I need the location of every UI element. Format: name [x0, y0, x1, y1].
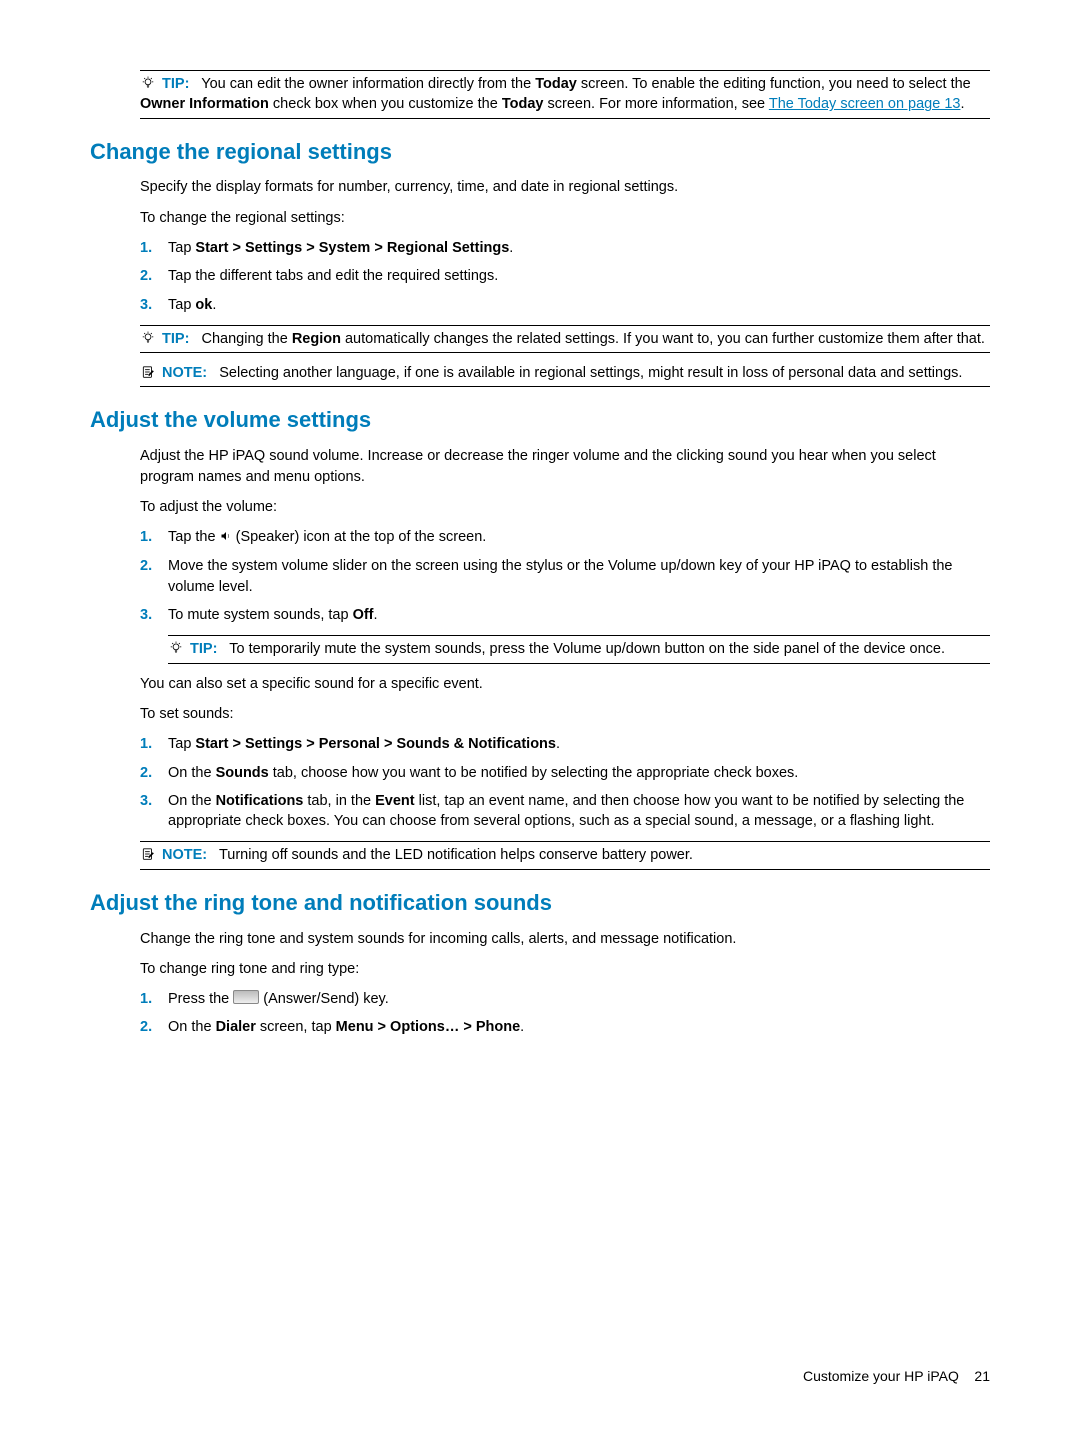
- list-item: 2. Move the system volume slider on the …: [140, 556, 990, 597]
- step-number: 2.: [140, 556, 168, 597]
- step-number: 2.: [140, 1017, 168, 1037]
- note-text: Turning off sounds and the LED notificat…: [219, 847, 693, 863]
- tip-text: To temporarily mute the system sounds, p…: [229, 641, 945, 657]
- step-number: 1.: [140, 734, 168, 754]
- paragraph: Change the ring tone and system sounds f…: [140, 929, 990, 949]
- paragraph: You can also set a specific sound for a …: [140, 674, 990, 694]
- note-label: NOTE:: [162, 847, 207, 863]
- heading-ring-tone: Adjust the ring tone and notification so…: [90, 888, 990, 919]
- heading-regional-settings: Change the regional settings: [90, 137, 990, 168]
- tip-text: You can edit the owner information direc…: [140, 76, 971, 112]
- lightbulb-icon: [140, 74, 156, 94]
- paragraph: To change ring tone and ring type:: [140, 959, 990, 979]
- tip-text: Changing the Region automatically change…: [202, 331, 985, 347]
- step-number: 3.: [140, 791, 168, 832]
- page-number: 21: [974, 1368, 990, 1384]
- note-icon: [140, 363, 156, 383]
- lightbulb-icon: [140, 329, 156, 349]
- step-number: 2.: [140, 266, 168, 286]
- note-box: NOTE: Selecting another language, if one…: [140, 357, 990, 387]
- list-item: 3. On the Notifications tab, in the Even…: [140, 791, 990, 832]
- list-item: 3. Tap ok.: [140, 295, 990, 315]
- link-today-screen[interactable]: The Today screen on page 13: [769, 96, 961, 112]
- paragraph: To adjust the volume:: [140, 497, 990, 517]
- paragraph: Adjust the HP iPAQ sound volume. Increas…: [140, 446, 990, 487]
- paragraph: To change the regional settings:: [140, 208, 990, 228]
- lightbulb-icon: [168, 639, 184, 659]
- list-item: 1. Tap the (Speaker) icon at the top of …: [140, 527, 990, 548]
- list-item: 1. Press the (Answer/Send) key.: [140, 989, 990, 1009]
- note-label: NOTE:: [162, 365, 207, 381]
- tip-box: TIP: Changing the Region automatically c…: [140, 325, 990, 353]
- speaker-icon: [220, 528, 232, 548]
- answer-send-key-icon: [233, 990, 259, 1004]
- paragraph: Specify the display formats for number, …: [140, 177, 990, 197]
- list-item: 1. Tap Start > Settings > Personal > Sou…: [140, 734, 990, 754]
- list-item: 2. On the Sounds tab, choose how you wan…: [140, 763, 990, 783]
- tip-label: TIP:: [190, 641, 217, 657]
- paragraph: To set sounds:: [140, 704, 990, 724]
- step-number: 3.: [140, 605, 168, 625]
- tip-label: TIP:: [162, 76, 189, 92]
- list-item: 2. On the Dialer screen, tap Menu > Opti…: [140, 1017, 990, 1037]
- footer-text: Customize your HP iPAQ: [803, 1368, 959, 1384]
- list-item: 1. Tap Start > Settings > System > Regio…: [140, 238, 990, 258]
- step-number: 3.: [140, 295, 168, 315]
- tip-label: TIP:: [162, 331, 189, 347]
- tip-box: TIP: You can edit the owner information …: [140, 70, 990, 119]
- list-item: 3. To mute system sounds, tap Off.: [140, 605, 990, 625]
- note-icon: [140, 845, 156, 865]
- step-number: 2.: [140, 763, 168, 783]
- heading-volume-settings: Adjust the volume settings: [90, 405, 990, 436]
- note-text: Selecting another language, if one is av…: [219, 365, 962, 381]
- step-number: 1.: [140, 989, 168, 1009]
- note-box: NOTE: Turning off sounds and the LED not…: [140, 841, 990, 869]
- tip-box: TIP: To temporarily mute the system soun…: [168, 635, 990, 663]
- list-item: 2. Tap the different tabs and edit the r…: [140, 266, 990, 286]
- step-number: 1.: [140, 527, 168, 548]
- page-footer: Customize your HP iPAQ 21: [803, 1367, 990, 1387]
- step-number: 1.: [140, 238, 168, 258]
